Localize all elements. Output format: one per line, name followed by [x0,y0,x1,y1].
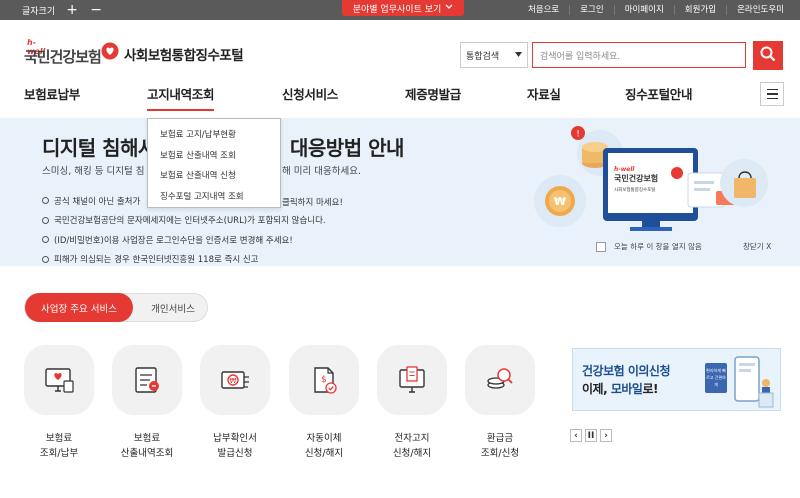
top-link-home[interactable]: 처음으로 [518,5,569,15]
svg-text:₩: ₩ [554,195,566,208]
submenu-item-calculation-request[interactable]: 보험료 산출내역 신청 [160,165,280,186]
mobile-appeal-promo-banner[interactable]: 건강보험 이의신청 이제, 모바일로! 편리하게 빠르고 간편하게 [572,348,781,411]
search-icon [760,46,776,66]
promo-line1: 건강보험 이의신청 [582,364,671,378]
submenu-item-payment-status[interactable]: 보험료 고지/납부현황 [160,124,280,145]
svg-text:$: $ [321,375,327,385]
heart-icon [101,42,119,64]
quick-site-button[interactable]: 분야별 업무사이트 보기 [342,0,464,16]
search-input[interactable]: 검색어를 입력하세요. [532,42,746,68]
portal-title[interactable]: 사회보험통합징수포털 [124,44,244,64]
service-item-premium-payment[interactable]: 보험료 조회/납부 [24,345,94,461]
svg-text:₩: ₩ [230,377,237,385]
card-won-icon: ₩ [200,345,270,415]
font-size-control: 글자크기 + − [22,0,103,20]
top-links: 처음으로 로그인 마이페이지 회원가입 온라인도우미 [518,0,794,20]
hamburger-icon-line [766,93,778,95]
bullet-text: 공식 채널이 아닌 출처가 [54,196,141,207]
no-show-today[interactable]: 오늘 하루 이 창을 열지 않음 [596,241,702,252]
banner-subtitle-right: 해 미리 대응하세요. [282,166,361,177]
logo-name: 국민건강보험 [24,48,102,66]
hamburger-icon [766,88,778,91]
utility-bar: 글자크기 + − 분야별 업무사이트 보기 처음으로 로그인 마이페이지 회원가… [0,0,800,20]
bullet-text: (ID/비밀번호)이용 사업장은 로그인수단을 인증서로 변경해 주세요! [54,235,293,246]
service-item-auto-transfer[interactable]: $ 자동이체 신청/해지 [289,345,359,461]
no-show-label: 오늘 하루 이 창을 열지 않음 [614,242,702,251]
font-size-increase-button[interactable]: + [65,0,79,20]
promo-line2: 이제, 모바일로! [582,382,658,396]
promo-prev-button[interactable]: ‹ [570,429,582,442]
service-item-calculation-inquiry[interactable]: 보험료 산출내역조회 [112,345,182,461]
bullet-tail: 클릭하지 마세요! [282,198,343,208]
service-label: 자동이체 신청/해지 [304,433,344,459]
monitor-heart-icon [24,345,94,415]
document-list-icon [112,345,182,415]
banner-bullet: 국민건강보험공단의 문자메세지에는 인터넷주소(URL)가 포함되지 않습니다. [42,211,326,231]
banner-title-right: 대응방법 안내 [290,136,404,160]
site-header: h-well 국민건강보험 사회보험통합징수포털 통합검색 검색어를 입력하세요… [0,20,800,80]
svg-text:사회보험통합징수포털: 사회보험통합징수포털 [614,186,655,193]
banner-bullet: (ID/비밀번호)이용 사업장은 로그인수단을 인증서로 변경해 주세요! [42,230,326,250]
top-link-mypage[interactable]: 마이페이지 [613,5,674,15]
service-item-electronic-notice[interactable]: 전자고지 신청/해지 [377,345,447,461]
service-label: 납부확인서 발급신청 [213,433,257,459]
notice-inquiry-submenu: 보험료 고지/납부현황 보험료 산출내역 조회 보험료 산출내역 신청 징수포털… [147,118,281,208]
promo-next-button[interactable]: › [600,429,612,442]
chevron-down-icon [445,3,453,13]
service-label: 보험료 조회/납부 [39,433,79,459]
service-tabs: 사업장 주요 서비스 개인서비스 [24,293,208,322]
all-menu-button[interactable] [760,82,784,106]
service-item-refund[interactable]: 환급금 조회/신청 [465,345,535,461]
top-link-login[interactable]: 로그인 [569,5,613,15]
nav-application-service[interactable]: 신청서비스 [282,84,338,103]
banner-title-left: 디지털 침해사 [42,136,156,160]
bullet-text: 국민건강보험공단의 문자메세지에는 인터넷주소(URL)가 포함되지 않습니다. [54,216,326,227]
service-label: 보험료 산출내역조회 [120,433,174,459]
quick-site-label: 분야별 업무사이트 보기 [352,4,442,15]
font-size-label: 글자크기 [22,6,56,17]
security-notice-banner: 디지털 침해사 대응방법 안내 스미싱, 해킹 등 디지털 침 해 미리 대응하… [0,118,800,266]
bullet-text: 피해가 의심되는 경우 한국인터넷진흥원 118로 즉시 신고 [54,255,259,266]
close-banner-button[interactable]: 창닫기 X [743,241,771,252]
nav-insurance-payment[interactable]: 보험료납부 [24,84,80,103]
tab-business-services[interactable]: 사업장 주요 서비스 [25,293,133,322]
nav-portal-guide[interactable]: 징수포털안내 [625,84,693,103]
top-link-signup[interactable]: 회원가입 [673,5,726,15]
search-button[interactable] [753,41,783,70]
service-label: 환급금 조회/신청 [480,433,520,459]
coin-search-icon [465,345,535,415]
document-check-icon: $ [289,345,359,415]
nav-certificate-issue[interactable]: 제증명발급 [405,84,461,103]
search-scope-select[interactable]: 통합검색 [460,42,528,68]
font-size-decrease-button[interactable]: − [89,0,103,20]
submenu-item-calculation-inquiry[interactable]: 보험료 산출내역 조회 [160,145,280,166]
svg-text:국민건강보험: 국민건강보험 [614,173,658,183]
promo-pager: ‹ II › [570,429,612,442]
monitor-document-icon [377,345,447,415]
tab-personal-services[interactable]: 개인서비스 [145,294,201,321]
nav-archive[interactable]: 자료실 [527,84,561,103]
banner-bullet: 피해가 의심되는 경우 한국인터넷진흥원 118로 즉시 신고 [42,250,326,270]
svg-text:h-well: h-well [614,166,635,173]
nav-notice-inquiry[interactable]: 고지내역조회 [147,84,215,111]
banner-subtitle-left: 스미싱, 해킹 등 디지털 침 [42,166,145,177]
banner-illustration: ! ₩ h-well 국민건강보험 사회보험통합징수포털 [530,123,780,238]
caret-down-icon [515,50,522,60]
no-show-checkbox[interactable] [596,241,606,252]
phone-icon [734,356,774,408]
svg-text:!: ! [576,130,580,140]
promo-pause-button[interactable]: II [585,429,597,442]
search-scope-value: 통합검색 [466,51,500,62]
service-label: 전자고지 신청/해지 [392,433,432,459]
main-navigation: 보험료납부 고지내역조회 신청서비스 제증명발급 자료실 징수포털안내 [0,80,800,118]
top-link-online-help[interactable]: 온라인도우미 [726,5,794,15]
submenu-item-portal-notice-inquiry[interactable]: 징수포털 고지내역 조회 [160,186,280,207]
hamburger-icon-line [766,97,778,100]
service-item-payment-certificate[interactable]: ₩ 납부확인서 발급신청 [200,345,270,461]
